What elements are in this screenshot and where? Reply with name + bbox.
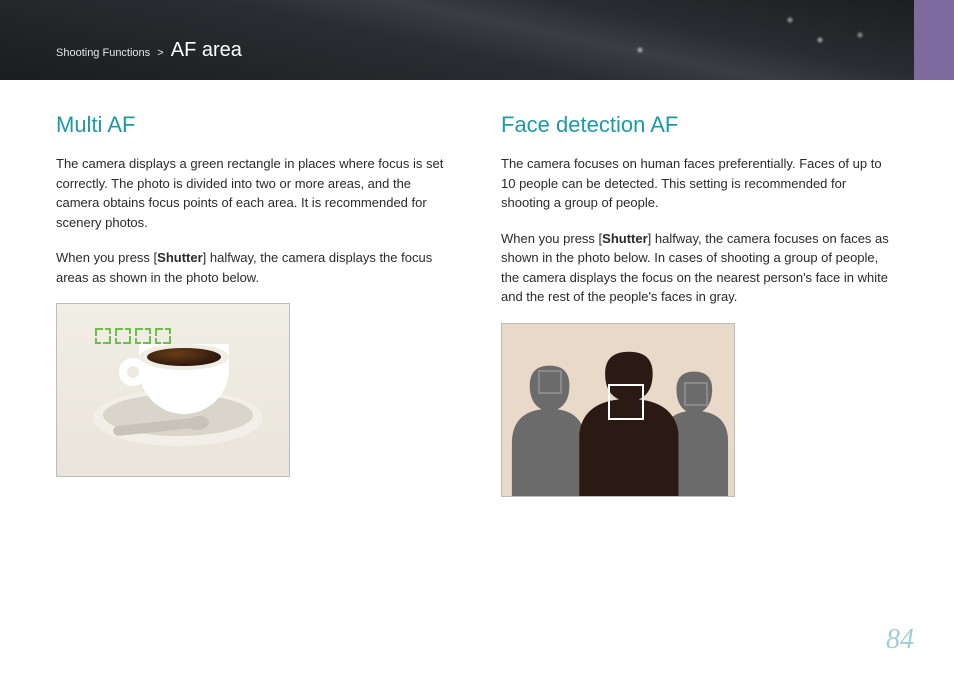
breadcrumb: Shooting Functions > AF area: [56, 39, 242, 62]
section-heading-multi-af: Multi AF: [56, 112, 453, 138]
focus-bracket-icon: [95, 328, 111, 344]
side-tab: [914, 0, 954, 80]
face-box-gray: [538, 370, 562, 394]
breadcrumb-current: AF area: [171, 39, 242, 61]
shutter-label: Shutter: [602, 231, 648, 246]
page-body: Multi AF The camera displays a green rec…: [0, 80, 954, 497]
focus-bracket-icon: [155, 328, 171, 344]
paragraph: The camera focuses on human faces prefer…: [501, 154, 898, 213]
illustration-face-detection: [501, 323, 735, 497]
breadcrumb-separator: >: [157, 47, 163, 59]
paragraph: The camera displays a green rectangle in…: [56, 154, 453, 232]
focus-bracket-icon: [115, 328, 131, 344]
paragraph: When you press [Shutter] halfway, the ca…: [56, 248, 453, 287]
face-box-gray: [684, 382, 708, 406]
coffee-shape: [147, 348, 221, 366]
text: When you press [: [501, 231, 602, 246]
right-column: Face detection AF The camera focuses on …: [501, 112, 898, 497]
left-column: Multi AF The camera displays a green rec…: [56, 112, 453, 497]
paragraph: When you press [Shutter] halfway, the ca…: [501, 229, 898, 307]
text: When you press [: [56, 250, 157, 265]
face-box-white: [608, 384, 644, 420]
section-heading-face-detection: Face detection AF: [501, 112, 898, 138]
page-number: 84: [886, 624, 914, 656]
shutter-label: Shutter: [157, 250, 203, 265]
illustration-multi-af: [56, 303, 290, 477]
page-header: Shooting Functions > AF area: [0, 0, 954, 80]
focus-bracket-icon: [135, 328, 151, 344]
breadcrumb-parent: Shooting Functions: [56, 47, 150, 59]
